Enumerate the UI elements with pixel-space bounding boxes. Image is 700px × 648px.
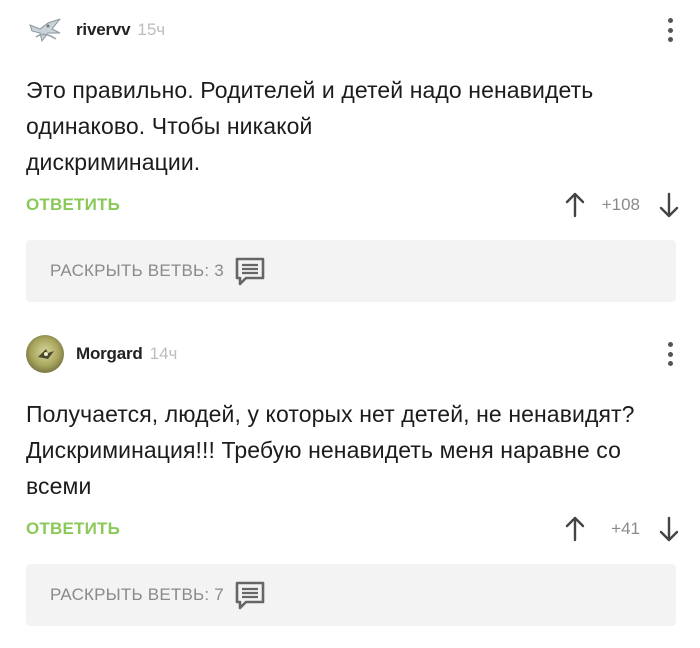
- username[interactable]: Morgard: [76, 344, 143, 364]
- expand-branch-button[interactable]: РАСКРЫТЬ ВЕТВЬ: 3: [26, 240, 676, 302]
- comment-text-line: всеми: [26, 473, 92, 499]
- comment-text-line: дискриминации.: [26, 149, 201, 175]
- branch-label: РАСКРЫТЬ ВЕТВЬ: 3: [50, 261, 224, 280]
- comment-icon: [234, 256, 266, 286]
- username[interactable]: rivervv: [76, 20, 131, 40]
- expand-branch-button[interactable]: РАСКРЫТЬ ВЕТВЬ: 7: [26, 564, 676, 626]
- vote-controls: +41: [564, 515, 680, 543]
- vertical-dots-icon[interactable]: [664, 340, 676, 368]
- comment-text-line: одинаково. Чтобы никакой: [26, 113, 313, 139]
- comment-actions: ОТВЕТИТЬ +41: [26, 514, 680, 544]
- branch-label: РАСКРЫТЬ ВЕТВЬ: 7: [50, 585, 224, 604]
- comment-actions: ОТВЕТИТЬ +108: [26, 190, 680, 220]
- score: +41: [611, 519, 640, 538]
- comment-text: Получается, людей, у которых нет детей, …: [26, 396, 686, 504]
- comment-text-line: Получается, людей, у которых нет детей, …: [26, 401, 635, 427]
- arrow-up-icon[interactable]: [564, 515, 586, 543]
- vertical-dots-icon[interactable]: [664, 16, 676, 44]
- arrow-up-icon[interactable]: [564, 191, 586, 219]
- arrow-down-icon[interactable]: [658, 515, 680, 543]
- vote-controls: +108: [564, 191, 680, 219]
- comment-text-line: Дискриминация!!! Требую ненавидеть меня …: [26, 437, 621, 463]
- avatar[interactable]: [26, 11, 64, 49]
- reply-button[interactable]: ОТВЕТИТЬ: [26, 519, 120, 539]
- score: +108: [601, 195, 640, 214]
- comment-text: Это правильно. Родителей и детей надо не…: [26, 72, 686, 180]
- comment-header: Morgard 14ч: [26, 334, 676, 374]
- timestamp: 15ч: [137, 20, 166, 39]
- avatar[interactable]: [26, 335, 64, 373]
- reply-button[interactable]: ОТВЕТИТЬ: [26, 195, 120, 215]
- comment-text-line: Это правильно. Родителей и детей надо не…: [26, 77, 594, 103]
- comment-icon: [234, 580, 266, 610]
- comment-header: rivervv 15ч: [26, 10, 676, 50]
- timestamp: 14ч: [149, 344, 178, 363]
- arrow-down-icon[interactable]: [658, 191, 680, 219]
